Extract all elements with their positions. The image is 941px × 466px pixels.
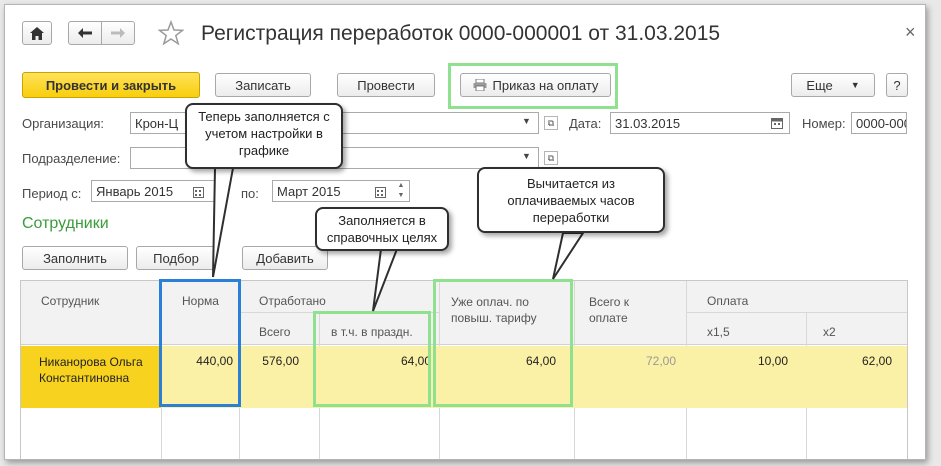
callout-pointers [212, 167, 585, 312]
norm-callout: Теперь заполняется с учетом настройки в … [185, 103, 343, 169]
document-window: Регистрация переработок 0000-000001 от 3… [4, 4, 926, 460]
reference-callout: Заполняется в справочных целях [315, 207, 449, 251]
subtract-callout: Вычитается из оплачиваемых часов перераб… [477, 167, 665, 233]
